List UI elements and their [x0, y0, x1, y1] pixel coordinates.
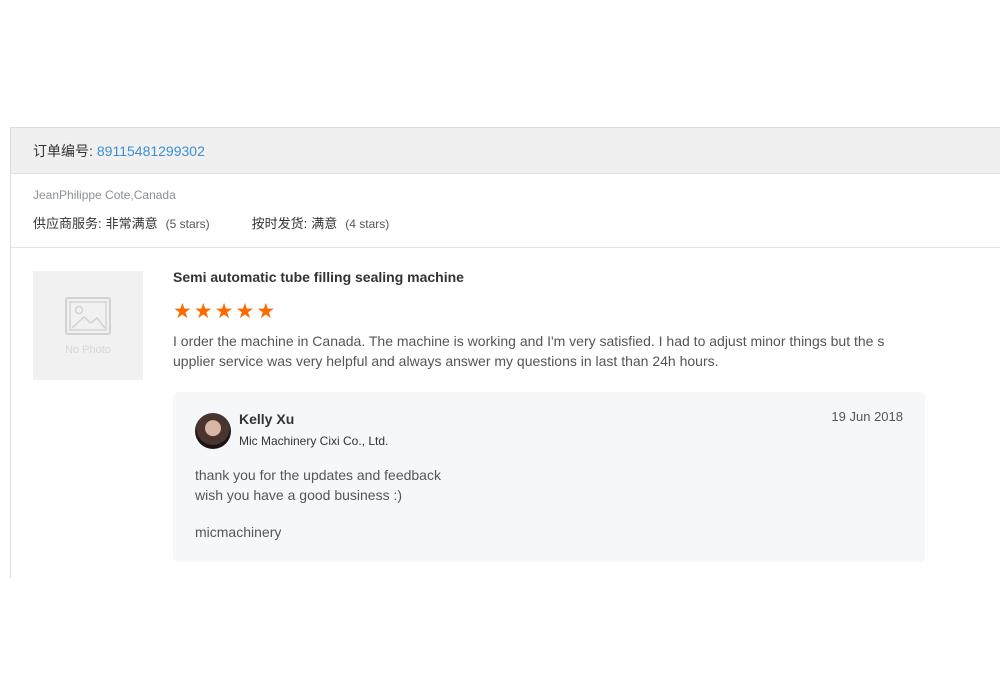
- reply-author-name: Kelly Xu: [239, 411, 295, 427]
- reply-message: thank you for the updates and feedback w…: [195, 465, 441, 505]
- product-title-link[interactable]: Semi automatic tube filling sealing mach…: [173, 269, 464, 285]
- star-icon: ★: [235, 300, 255, 323]
- section-divider: [11, 247, 1000, 248]
- product-photo-placeholder: No Photo: [33, 271, 143, 380]
- order-number-link[interactable]: 89115481299302: [97, 143, 205, 159]
- reply-date: 19 Jun 2018: [831, 409, 903, 424]
- reply-message-line: wish you have a good business :): [195, 487, 403, 503]
- order-header: 订单编号: 89115481299302: [11, 128, 1000, 174]
- avatar: [195, 413, 231, 449]
- reply-company-name: Mic Machinery Cixi Co., Ltd.: [239, 434, 389, 448]
- order-number-label: 订单编号:: [33, 142, 93, 159]
- rating-label: 供应商服务:: [33, 216, 102, 231]
- star-icon: ★: [193, 300, 213, 323]
- on-time-shipping-rating: 按时发货: 满意 (4 stars): [252, 213, 390, 232]
- no-photo-label: No Photo: [65, 343, 111, 356]
- reply-message-line: thank you for the updates and feedback: [195, 467, 441, 483]
- rating-stars-text: (4 stars): [345, 217, 390, 231]
- review-card: 订单编号: 89115481299302 JeanPhilippe Cote,C…: [10, 127, 1000, 578]
- product-star-rating: ★ ★ ★ ★ ★: [173, 300, 276, 323]
- image-placeholder-icon: [65, 296, 111, 335]
- star-icon: ★: [256, 300, 276, 323]
- rating-stars-text: (5 stars): [165, 217, 210, 231]
- rating-summary: 供应商服务: 非常满意 (5 stars) 按时发货: 满意 (4 stars): [33, 213, 389, 232]
- reply-signature: micmachinery: [195, 524, 282, 540]
- buyer-name: JeanPhilippe Cote,Canada: [33, 188, 176, 202]
- rating-value: 非常满意: [105, 216, 158, 231]
- star-icon: ★: [173, 300, 192, 323]
- rating-label: 按时发货:: [251, 216, 308, 231]
- supplier-service-rating: 供应商服务: 非常满意 (5 stars): [33, 213, 210, 232]
- review-text: I order the machine in Canada. The machi…: [173, 333, 885, 369]
- supplier-reply: Kelly Xu Mic Machinery Cixi Co., Ltd. 19…: [173, 392, 925, 562]
- rating-value: 满意: [311, 216, 338, 231]
- star-icon: ★: [214, 300, 234, 323]
